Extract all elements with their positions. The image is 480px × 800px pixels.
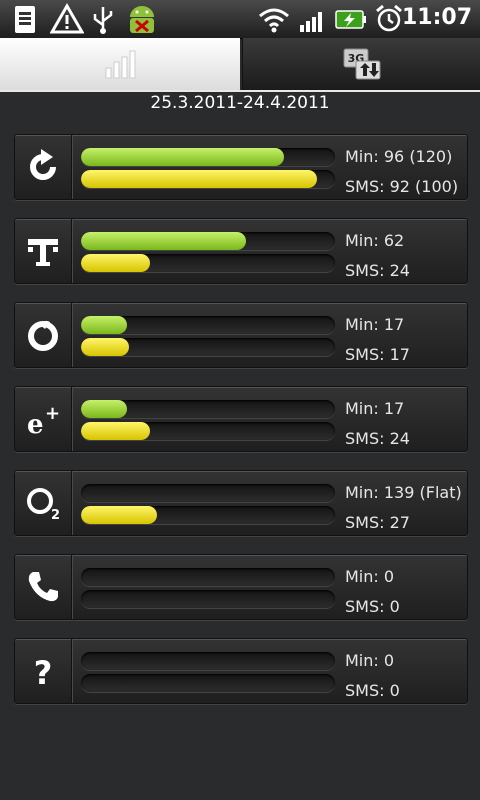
minutes-label: Min: 17 <box>345 315 405 334</box>
tab-stats[interactable] <box>0 38 240 90</box>
sim-card-icon <box>15 6 35 33</box>
t-mobile-icon <box>15 219 72 283</box>
sms-bar <box>81 170 335 188</box>
minutes-label: Min: 139 (Flat) <box>345 483 462 502</box>
sms-bar <box>81 590 335 608</box>
sms-bar-fill <box>81 170 317 188</box>
battery-charging-icon <box>335 10 366 29</box>
minutes-bar <box>81 316 335 334</box>
clock: 11:07 <box>401 5 472 30</box>
minutes-label: Min: 62 <box>345 231 405 250</box>
svg-text:2: 2 <box>51 508 60 523</box>
sms-label: SMS: 17 <box>345 345 410 364</box>
sms-label: SMS: 92 (100) <box>345 177 459 196</box>
tab-bar: 3G <box>0 38 480 90</box>
minutes-bar <box>81 652 335 670</box>
minutes-bar-fill <box>81 148 284 166</box>
minutes-label: Min: 96 (120) <box>345 147 453 166</box>
minutes-bar <box>81 568 335 586</box>
minutes-bar <box>81 148 335 166</box>
minutes-label: Min: 0 <box>345 567 395 586</box>
svg-text:+: + <box>45 403 60 424</box>
provider-card[interactable]: ? Min: 0 SMS: 0 <box>14 638 468 704</box>
alarm-icon <box>376 4 402 32</box>
usb-icon <box>93 7 113 34</box>
sms-label: SMS: 24 <box>345 261 410 280</box>
svg-text:e: e <box>27 410 44 439</box>
sms-bar-fill <box>81 506 157 524</box>
sms-bar <box>81 506 335 524</box>
sms-bar <box>81 674 335 692</box>
minutes-label: Min: 0 <box>345 651 395 670</box>
vodafone-icon <box>15 303 72 367</box>
sms-bar <box>81 338 335 356</box>
provider-card[interactable]: Min: 0 SMS: 0 <box>14 554 468 620</box>
unknown-icon: ? <box>15 639 72 703</box>
provider-card[interactable]: e + Min: 17 SMS: 24 <box>14 386 468 452</box>
minutes-bar-fill <box>81 232 246 250</box>
sms-label: SMS: 24 <box>345 429 410 448</box>
sms-bar <box>81 254 335 272</box>
refresh-icon <box>15 135 72 199</box>
eplus-icon: e + <box>15 387 72 451</box>
phone-icon <box>15 555 72 619</box>
provider-card[interactable]: Min: 96 (120) SMS: 92 (100) <box>14 134 468 200</box>
sms-bar-fill <box>81 338 129 356</box>
o2-icon: 2 <box>15 471 72 535</box>
svg-text:?: ? <box>34 654 53 691</box>
provider-card[interactable]: 2 Min: 139 (Flat) SMS: 27 <box>14 470 468 536</box>
date-range: 25.3.2011-24.4.2011 <box>150 93 330 113</box>
sms-bar <box>81 422 335 440</box>
provider-card[interactable]: Min: 17 SMS: 17 <box>14 302 468 368</box>
warning-icon <box>50 3 84 34</box>
bar-chart-icon <box>105 50 136 79</box>
signal-icon <box>300 12 322 32</box>
minutes-bar <box>81 232 335 250</box>
sms-bar-fill <box>81 422 150 440</box>
minutes-bar <box>81 484 335 502</box>
sms-label: SMS: 0 <box>345 681 400 700</box>
sms-bar-fill <box>81 254 150 272</box>
status-bar: 11:07 <box>0 0 480 39</box>
minutes-bar-fill <box>81 316 127 334</box>
wifi-icon <box>259 8 289 33</box>
sms-label: SMS: 27 <box>345 513 410 532</box>
sms-label: SMS: 0 <box>345 597 400 616</box>
minutes-bar <box>81 400 335 418</box>
android-debug-icon <box>130 6 154 33</box>
tab-data[interactable]: 3G <box>242 38 480 90</box>
minutes-label: Min: 17 <box>345 399 405 418</box>
minutes-bar-fill <box>81 400 127 418</box>
3g-transfer-icon: 3G <box>343 48 381 80</box>
provider-card[interactable]: Min: 62 SMS: 24 <box>14 218 468 284</box>
